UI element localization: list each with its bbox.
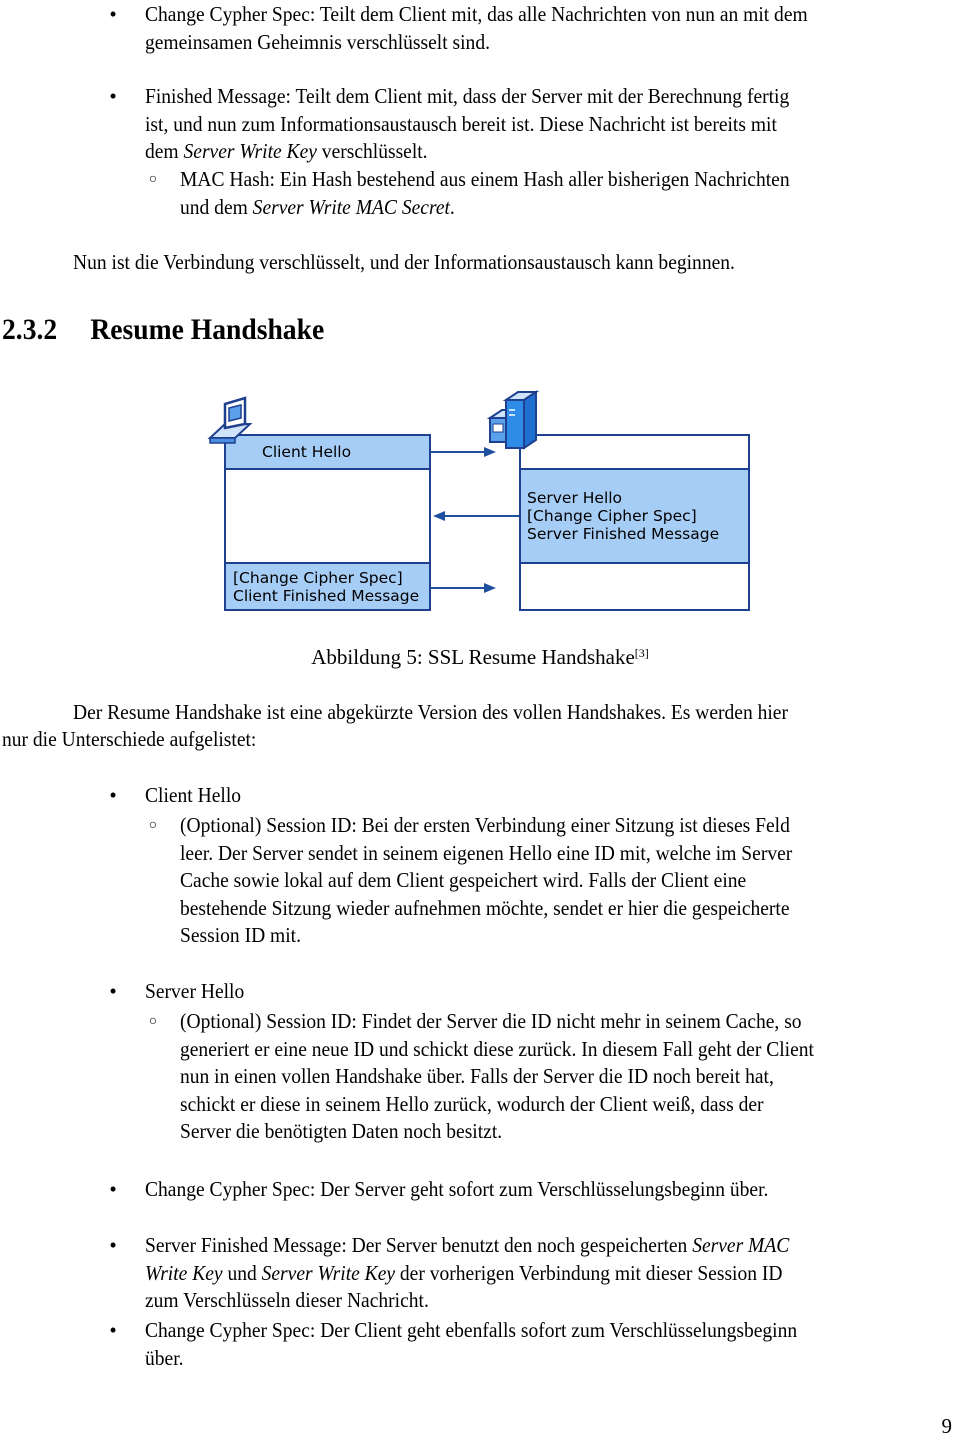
text-line: Change Cypher Spec: Der Client geht eben… xyxy=(145,1318,798,1342)
bullet-marker: • xyxy=(109,84,117,108)
arrow-client-hello xyxy=(431,447,496,457)
text-line: Session ID mit. xyxy=(180,923,301,947)
client-change-cipher-label: [Change Cipher Spec] xyxy=(233,569,403,587)
text-line: Server die benötigten Daten noch besitzt… xyxy=(180,1119,503,1143)
text-line: zum Verschlüsseln dieser Nachricht. xyxy=(145,1288,429,1312)
list-item-finished-message: Finished Message: Teilt dem Client mit, … xyxy=(145,83,789,166)
text-line: Finished Message: Teilt dem Client mit, … xyxy=(145,84,790,108)
text-line: gemeinsamen Geheimnis verschlüsselt sind… xyxy=(145,29,490,54)
resume-handshake-diagram: Client Hello [Change Cipher Spec] Client… xyxy=(207,390,750,611)
section-title: Resume Handshake xyxy=(90,313,325,346)
text-line: generiert er eine neue ID und schickt di… xyxy=(180,1036,814,1061)
sub-item-client-session-id: (Optional) Session ID: Bei der ersten Ve… xyxy=(180,812,792,950)
term-server-mac: Server MAC xyxy=(692,1233,790,1257)
sub-item-mac-hash: MAC Hash: Ein Hash bestehend aus einem H… xyxy=(180,166,790,221)
client-finished-label: Client Finished Message xyxy=(233,587,419,605)
text-line: Change Cypher Spec: Teilt dem Client mit… xyxy=(145,2,808,26)
text-line: über. xyxy=(145,1345,184,1370)
text-line: (Optional) Session ID: Findet der Server… xyxy=(180,1009,802,1033)
text-line: dem Server Write Key verschlüsselt. xyxy=(145,139,428,163)
bullet-marker: • xyxy=(109,1318,117,1342)
text-line: leer. Der Server sendet in seinem eigene… xyxy=(180,840,793,865)
caption-text: Abbildung 5: SSL Resume Handshake xyxy=(311,645,635,669)
arrow-client-finished xyxy=(431,583,496,593)
list-item-server-hello: Server Hello xyxy=(145,979,245,1003)
text-line: nun in einen vollen Handshake über. Fall… xyxy=(180,1064,774,1088)
term-server-write-mac-secret: Server Write MAC Secret xyxy=(252,194,450,219)
list-item-client-hello: Client Hello xyxy=(145,783,242,807)
list-item-change-cypher-spec: Change Cypher Spec: Teilt dem Client mit… xyxy=(145,1,808,56)
page-number: 9 xyxy=(941,1414,953,1438)
term-write-key: Write Key xyxy=(145,1260,223,1285)
sub-bullet-marker: ○ xyxy=(148,1014,158,1029)
server-change-cipher-label: [Change Cipher Spec] xyxy=(527,507,697,525)
figure-caption: Abbildung 5: SSL Resume Handshake[3] xyxy=(0,644,960,672)
bullet-marker: • xyxy=(109,2,117,26)
text-line: Write Key und Server Write Key der vorhe… xyxy=(145,1260,783,1285)
text-line: Server Finished Message: Der Server benu… xyxy=(145,1233,790,1257)
list-item-client-change-cypher-spec: Change Cypher Spec: Der Client geht eben… xyxy=(145,1317,797,1372)
bullet-marker: • xyxy=(109,783,117,807)
text-line: (Optional) Session ID: Bei der ersten Ve… xyxy=(180,813,790,837)
client-hello-label: Client Hello xyxy=(262,443,351,461)
list-item-server-finished-message: Server Finished Message: Der Server benu… xyxy=(145,1232,789,1315)
bullet-marker: • xyxy=(109,1233,117,1257)
list-item-server-change-cypher-spec: Change Cypher Spec: Der Server geht sofo… xyxy=(145,1177,769,1201)
sub-bullet-marker: ○ xyxy=(148,818,158,833)
sub-bullet-marker: ○ xyxy=(148,172,158,187)
intro-line-1: Der Resume Handshake ist eine abgekürzte… xyxy=(73,700,788,724)
arrow-server-messages xyxy=(433,511,519,521)
text-line: bestehende Sitzung wieder aufnehmen möch… xyxy=(180,895,790,920)
text-line: MAC Hash: Ein Hash bestehend aus einem H… xyxy=(180,167,790,191)
server-finished-label: Server Finished Message xyxy=(527,525,719,543)
text-line: schickt er diese in seinem Hello zurück,… xyxy=(180,1091,764,1116)
bullet-marker: • xyxy=(109,1177,117,1201)
server-icon xyxy=(486,390,540,450)
intro-line-2: nur die Unterschiede aufgelistet: xyxy=(2,727,257,751)
text-line: Cache sowie lokal auf dem Client gespeic… xyxy=(180,868,747,892)
text-line: ist, und nun zum Informationsaustausch b… xyxy=(145,111,777,136)
section-number: 2.3.2 xyxy=(2,313,58,346)
conclusion-paragraph: Nun ist die Verbindung verschlüsselt, un… xyxy=(73,250,735,274)
server-hello-label: Server Hello xyxy=(527,489,622,507)
caption-reference[interactable]: [3] xyxy=(635,646,649,660)
term-server-write-key: Server Write Key xyxy=(183,139,317,163)
bullet-marker: • xyxy=(109,979,117,1003)
sub-item-server-session-id: (Optional) Session ID: Findet der Server… xyxy=(180,1008,814,1146)
term-server-write-key: Server Write Key xyxy=(261,1260,396,1285)
text-line: und dem Server Write MAC Secret. xyxy=(180,194,455,219)
section-heading: 2.3.2 Resume Handshake xyxy=(2,312,324,348)
